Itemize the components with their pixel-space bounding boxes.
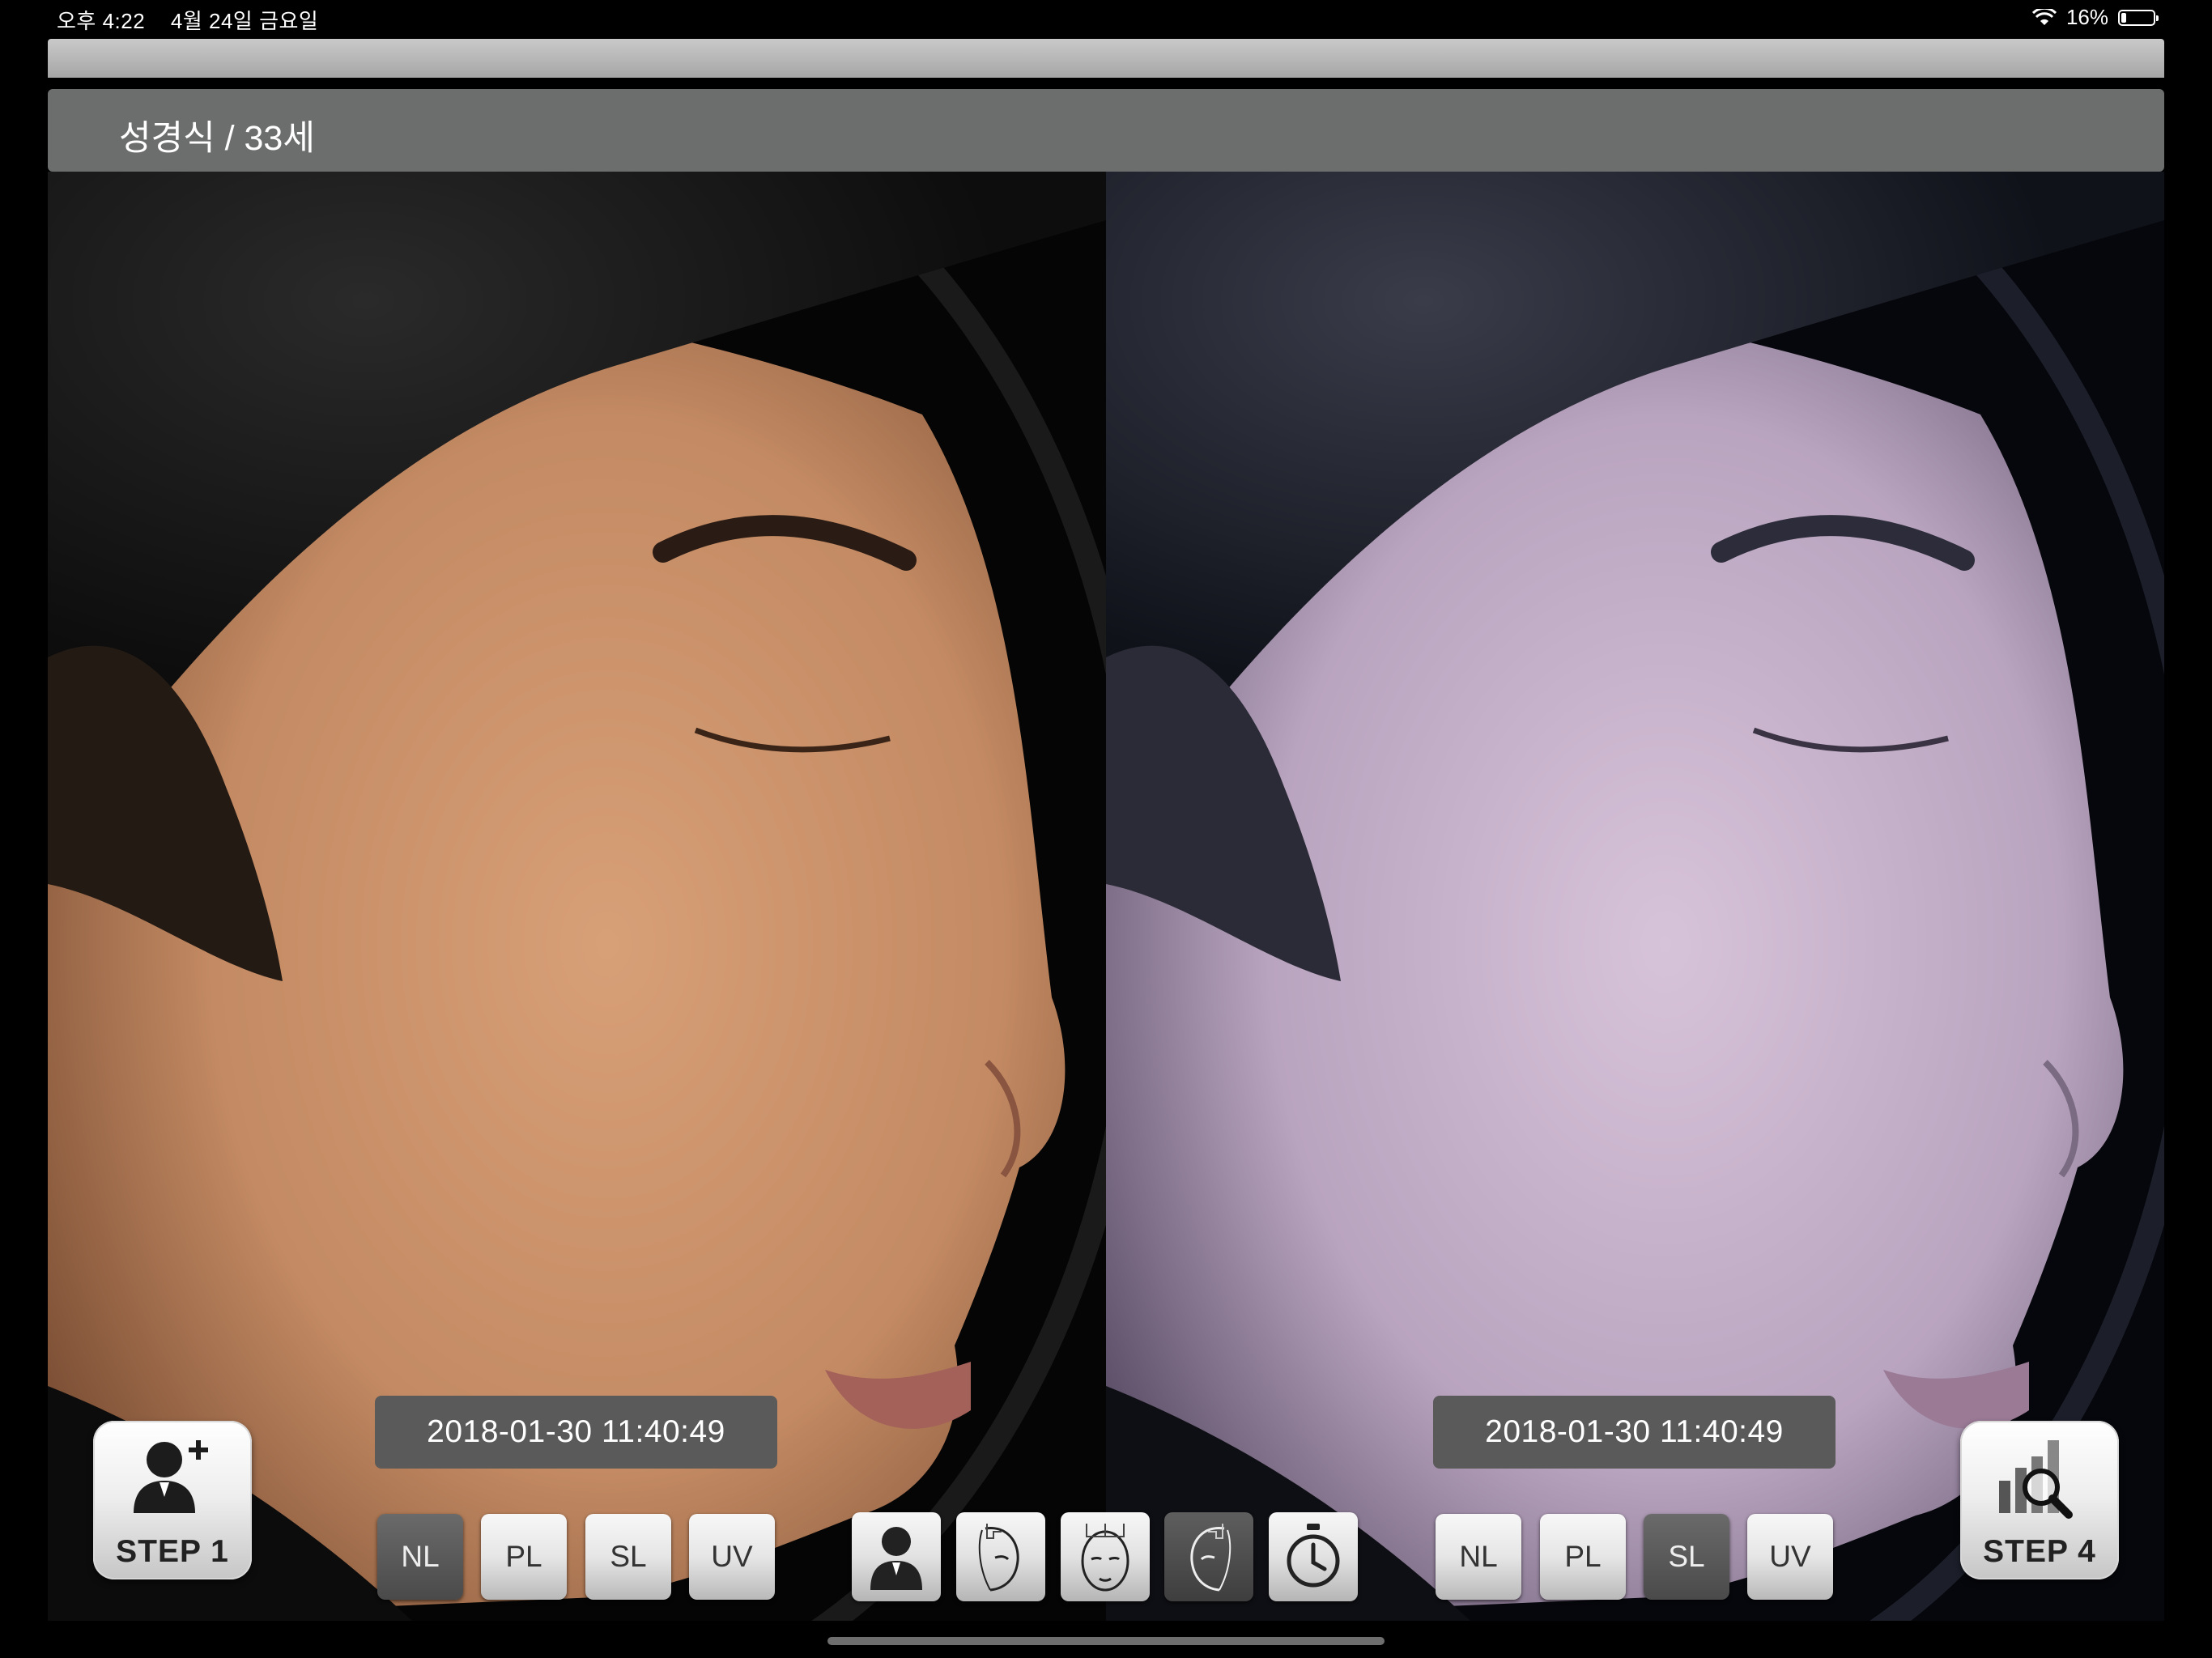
person-view-button[interactable] <box>852 1512 941 1601</box>
status-time: 오후 4:22 <box>57 9 146 33</box>
face-right-grid-icon <box>978 1524 1019 1592</box>
left-mode-uv-button[interactable]: UV <box>689 1514 775 1600</box>
step-1-label: STEP 1 <box>116 1534 229 1569</box>
add-user-icon <box>134 1440 208 1513</box>
right-mode-uv-button[interactable]: UV <box>1747 1514 1833 1600</box>
battery-fill <box>2121 12 2126 23</box>
status-date: 4월 24일 금요일 <box>170 9 319 33</box>
analysis-search-icon <box>1999 1440 2073 1519</box>
left-mode-pl-button[interactable]: PL <box>481 1514 567 1600</box>
right-mode-sl-button[interactable]: SL <box>1644 1514 1729 1600</box>
timer-icon <box>1287 1524 1340 1588</box>
left-mode-sl-button[interactable]: SL <box>585 1514 671 1600</box>
patient-bar: 성경식 / 33세 <box>48 89 2164 172</box>
status-bar: 오후 4:22 4월 24일 금요일 16% <box>0 0 2212 36</box>
person-icon <box>870 1527 922 1590</box>
top-strip <box>48 39 2164 78</box>
wifi-icon <box>2031 8 2057 25</box>
face-right-view-button[interactable] <box>956 1512 1045 1601</box>
step-4-label: STEP 4 <box>1983 1534 2096 1569</box>
battery-percent: 16% <box>2065 5 2108 29</box>
timestamp-left: 2018-01-30 11:40:49 <box>375 1396 777 1469</box>
face-front-grid-icon <box>1081 1524 1129 1592</box>
right-mode-nl-button[interactable]: NL <box>1436 1514 1521 1600</box>
right-mode-pl-button[interactable]: PL <box>1540 1514 1626 1600</box>
home-indicator[interactable] <box>827 1637 1385 1645</box>
face-left-view-button[interactable] <box>1164 1512 1253 1601</box>
patient-name-age: 성경식 / 33세 <box>119 119 315 158</box>
battery-icon <box>2118 9 2159 26</box>
face-left-grid-icon <box>1190 1524 1231 1592</box>
step-4-button[interactable]: STEP 4 <box>1960 1421 2119 1579</box>
timer-button[interactable] <box>1269 1512 1358 1601</box>
timestamp-right: 2018-01-30 11:40:49 <box>1433 1396 1836 1469</box>
face-front-view-button[interactable] <box>1061 1512 1150 1601</box>
left-mode-nl-button[interactable]: NL <box>377 1514 463 1600</box>
step-1-button[interactable]: STEP 1 <box>93 1421 252 1579</box>
